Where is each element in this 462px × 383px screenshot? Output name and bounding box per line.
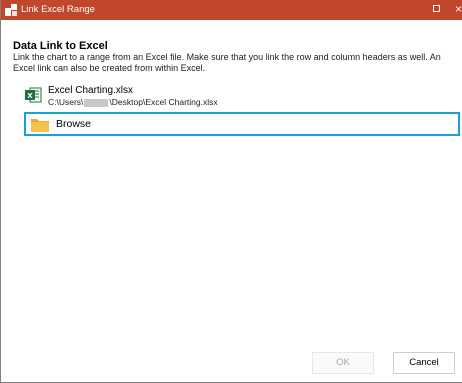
maximize-button[interactable] — [433, 5, 440, 12]
svg-text:X: X — [27, 92, 33, 100]
window-title: Link Excel Range — [21, 4, 95, 15]
browse-item[interactable]: Browse — [24, 112, 460, 136]
close-button[interactable]: × — [455, 2, 462, 16]
browse-label: Browse — [56, 118, 92, 130]
ok-button[interactable]: OK — [312, 352, 374, 374]
app-icon — [5, 4, 17, 16]
excel-file-icon: X — [25, 87, 42, 103]
description-text: Link the chart to a range from an Excel … — [13, 52, 441, 73]
recent-file-item[interactable]: X Excel Charting.xlsx C:\Users\ \Desktop\… — [24, 85, 460, 109]
folder-icon — [31, 119, 49, 132]
path-prefix: C:\Users\ — [48, 97, 84, 107]
cancel-button[interactable]: Cancel — [393, 352, 455, 374]
title-bar[interactable]: Link Excel Range × — [1, 0, 462, 20]
link-excel-range-dialog: Link Excel Range × Data Link to Excel Li… — [0, 0, 462, 383]
recent-file-name: Excel Charting.xlsx — [48, 85, 134, 96]
redacted-username — [84, 98, 109, 107]
path-suffix: \Desktop\Excel Charting.xlsx — [109, 97, 218, 107]
recent-file-path: C:\Users\ \Desktop\Excel Charting.xlsx — [48, 97, 218, 107]
